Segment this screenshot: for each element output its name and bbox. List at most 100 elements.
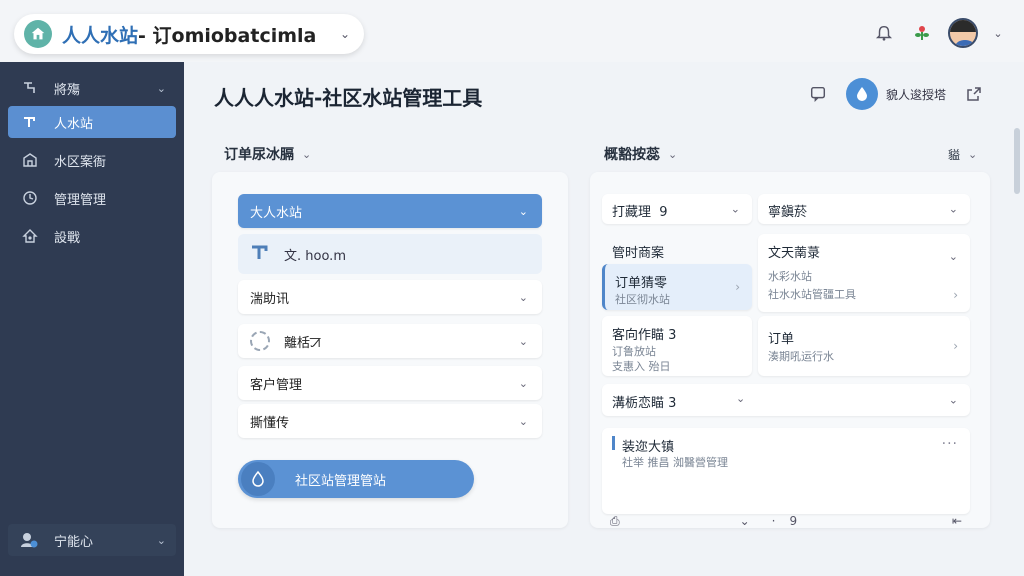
settings-icon xyxy=(20,226,40,246)
order-summary-title: 订单 xyxy=(768,332,795,347)
left-panel: 大人水站 ⌄ 文. hoo.m 湍助讯 ⌄ 離栝ꠀ ⌄ 客户管理 ⌄ 撕懂传 ⌄… xyxy=(212,172,568,528)
app-title-accent: 人人水站 xyxy=(62,24,139,47)
detail-card-sub: 社举 推昌 洳醫營管理 xyxy=(622,456,728,469)
tap-icon xyxy=(20,78,40,98)
chevron-right-icon: › xyxy=(953,288,958,302)
chevron-right-icon: › xyxy=(953,339,958,353)
order-card-title: 订单猜零 xyxy=(615,276,668,291)
sidebar: 將殤 ⌄ 人水站 水区案衙 管理管理 設戰 宁能心 ⌄ xyxy=(0,62,184,576)
external-link-icon[interactable] xyxy=(962,82,986,106)
app-title-switcher[interactable]: 人人水站- 订omiobatcimla ⌄ xyxy=(14,14,364,54)
info-card-sub: 社水水站管疆工具 xyxy=(768,288,856,301)
right-corner-label: 貖 xyxy=(948,148,961,162)
sidebar-item-label: 設戰 xyxy=(54,230,81,246)
order-card[interactable]: 订单猜零 社区彻水站 › xyxy=(602,264,752,310)
main-content: 人人人水站-社区水站管理工具 貌人逡授塔 订单尿冰膈 ⌄ 大人水站 ⌄ 文. h… xyxy=(184,62,1024,576)
order-card-sub: 社区彻水站 xyxy=(615,293,670,306)
chevron-down-icon: ⌄ xyxy=(518,290,528,304)
list-item[interactable]: 客户管理 ⌄ xyxy=(238,366,542,400)
left-section-title[interactable]: 订单尿冰膈 ⌄ xyxy=(224,144,311,164)
bell-icon[interactable] xyxy=(872,21,896,45)
list-item-label: 湍助讯 xyxy=(250,291,290,307)
sidebar-item-label: 人水站 xyxy=(54,116,94,132)
chevron-down-icon: ⌄ xyxy=(518,204,528,218)
bottom-count: 9 xyxy=(789,514,798,528)
selected-station-row[interactable]: 大人水站 ⌄ xyxy=(238,194,542,228)
chevron-down-icon: ⌄ xyxy=(948,393,958,407)
more-icon[interactable]: ··· xyxy=(942,436,958,452)
collapse-icon[interactable]: ⇤ xyxy=(952,514,962,528)
chevron-down-icon: ⌄ xyxy=(668,147,678,161)
detail-card[interactable]: 装迩大镇 社举 推昌 洳醫營管理 ··· xyxy=(602,428,970,514)
chevron-down-icon: ⌄ xyxy=(518,376,528,390)
user-settings-icon xyxy=(18,529,40,551)
avatar[interactable] xyxy=(948,18,978,48)
info-card[interactable]: 文天萳菉 水彩水站 社水水站管疆工具 ⌄ › xyxy=(758,234,970,312)
water-drop-icon xyxy=(241,462,275,496)
right-panel: 打藏理 9 ⌄ 寧鎭菸 ⌄ 管时商案 订单猜零 社区彻水站 › 客向作瞄 3 订… xyxy=(590,172,990,528)
right-corner-menu[interactable]: 貖 ⌄ xyxy=(948,146,977,163)
stat-card-label: 打藏理 9 xyxy=(612,205,668,220)
list-item[interactable]: 離栝ꠀ ⌄ xyxy=(238,324,542,358)
manage-station-button[interactable]: 社区站管理管站 xyxy=(238,460,474,498)
chevron-down-icon[interactable]: ⌄ xyxy=(740,514,750,528)
clock-icon xyxy=(20,188,40,208)
right-section-title-label: 概豁按蕊 xyxy=(604,147,660,163)
sidebar-item-1[interactable]: 人水站 xyxy=(8,106,176,138)
sidebar-item-4[interactable]: 設戰 xyxy=(8,220,176,252)
sidebar-item-0[interactable]: 將殤 ⌄ xyxy=(8,72,176,104)
accent-bar xyxy=(612,436,615,450)
house-icon xyxy=(24,20,52,48)
stat-card[interactable]: 打藏理 9 ⌄ xyxy=(602,194,752,224)
list-item[interactable]: 撕懂传 ⌄ xyxy=(238,404,542,438)
faucet-icon xyxy=(250,242,272,266)
station-sub-row[interactable]: 文. hoo.m xyxy=(238,234,542,274)
building-icon xyxy=(20,150,40,170)
stat-card[interactable]: 溝栃恋瞄 3 ⌄ ⌄ xyxy=(602,384,970,416)
info-card-sub: 水彩水站 xyxy=(768,270,812,283)
app-title-rest: - 订omiobatcimla xyxy=(138,24,317,47)
sidebar-item-label: 將殤 xyxy=(54,82,81,98)
station-sub-label: 文. hoo.m xyxy=(284,248,346,264)
water-drop-icon[interactable] xyxy=(845,78,878,110)
manage-station-label: 社区站管理管站 xyxy=(295,473,387,489)
info-card-title: 文天萳菉 xyxy=(768,246,821,261)
detail-card-title: 装迩大镇 xyxy=(622,440,675,455)
right-section-title[interactable]: 概豁按蕊 ⌄ xyxy=(604,144,677,164)
plant-icon[interactable] xyxy=(910,21,934,45)
sidebar-footer-menu[interactable]: 宁能心 ⌄ xyxy=(8,524,176,556)
chevron-down-icon: ⌄ xyxy=(968,148,978,161)
top-right-actions: ⌄ xyxy=(872,18,1004,48)
customer-card-sub: 支惠入 殆日 xyxy=(612,360,671,373)
selected-station-label: 大人水站 xyxy=(250,205,303,221)
printer-icon[interactable]: ⎙ xyxy=(610,514,620,529)
left-section-title-label: 订单尿冰膈 xyxy=(224,147,294,163)
top-bar: 人人水站- 订omiobatcimla ⌄ ⌄ xyxy=(0,0,1024,62)
stat-card-label: 溝栃恋瞄 3 xyxy=(612,396,677,411)
chevron-down-icon: ⌄ xyxy=(518,334,528,348)
stat-card-label: 寧鎭菸 xyxy=(768,205,808,220)
chevron-down-icon: ⌄ xyxy=(948,202,958,216)
sidebar-item-2[interactable]: 水区案衙 xyxy=(8,144,176,176)
list-item[interactable]: 湍助讯 ⌄ xyxy=(238,280,542,314)
stat-card[interactable]: 寧鎭菸 ⌄ xyxy=(758,194,970,224)
chevron-down-icon: ⌄ xyxy=(302,147,312,161)
scrollbar[interactable] xyxy=(1014,128,1020,194)
chevron-down-icon: ⌄ xyxy=(156,533,166,547)
sidebar-footer-label: 宁能心 xyxy=(54,534,94,550)
chat-icon[interactable] xyxy=(806,82,830,106)
order-summary-card[interactable]: 订单 湊期吼运行水 › xyxy=(758,316,970,376)
list-item-label: 撕懂传 xyxy=(250,415,290,431)
chevron-down-icon: ⌄ xyxy=(156,81,166,95)
chevron-right-icon: › xyxy=(735,280,740,294)
chevron-down-icon[interactable]: ⌄ xyxy=(992,21,1004,45)
separator-dot: · xyxy=(771,514,776,528)
page-title: 人人人水站-社区水站管理工具 xyxy=(214,86,483,110)
list-header: 管时商案 xyxy=(612,246,665,261)
sidebar-item-3[interactable]: 管理管理 xyxy=(8,182,176,214)
list-item-label: 離栝ꠀ xyxy=(284,335,321,351)
header-action-label[interactable]: 貌人逡授塔 xyxy=(886,86,946,103)
bottom-toolbar: ⎙ ⌄ · 9 ⇤ xyxy=(602,514,970,529)
customer-card[interactable]: 客向作瞄 3 订鲁放站 支惠入 殆日 xyxy=(602,316,752,376)
loading-circle-icon xyxy=(250,331,270,351)
